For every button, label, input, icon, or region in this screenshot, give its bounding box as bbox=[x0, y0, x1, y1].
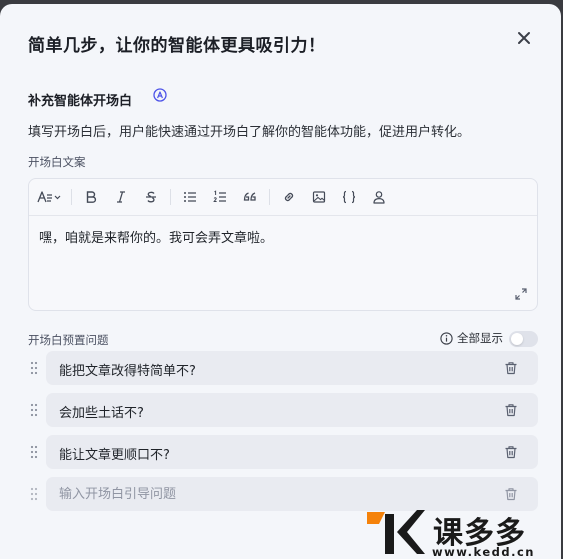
trash-icon[interactable] bbox=[504, 487, 518, 501]
question-row: 会加些土话不? bbox=[28, 393, 538, 427]
toolbar-divider bbox=[71, 189, 72, 205]
section-title: 补充智能体开场白 bbox=[28, 94, 133, 109]
code-braces-icon[interactable] bbox=[336, 184, 362, 210]
show-all-label: 全部显示 bbox=[457, 331, 503, 345]
question-text: 能把文章改得特简单不? bbox=[59, 364, 196, 379]
link-icon[interactable] bbox=[276, 184, 302, 210]
editor-toolbar bbox=[29, 179, 537, 216]
trash-icon[interactable] bbox=[504, 361, 518, 375]
question-field[interactable]: 能让文章更顺口不? bbox=[46, 435, 538, 469]
strikethrough-icon[interactable] bbox=[138, 184, 164, 210]
copy-label: 开场白文案 bbox=[28, 155, 86, 169]
bold-icon[interactable] bbox=[78, 184, 104, 210]
image-icon[interactable] bbox=[306, 184, 332, 210]
ai-assist-icon[interactable] bbox=[153, 88, 167, 102]
drag-handle-icon[interactable] bbox=[30, 445, 38, 459]
user-mention-icon[interactable] bbox=[366, 184, 392, 210]
brand-logo-icon bbox=[367, 510, 425, 554]
bullet-list-icon[interactable] bbox=[177, 184, 203, 210]
drag-handle-icon[interactable] bbox=[30, 403, 38, 417]
trash-icon[interactable] bbox=[504, 445, 518, 459]
question-row: 能把文章改得特简单不? bbox=[28, 351, 538, 385]
drag-handle-icon[interactable] bbox=[30, 361, 38, 375]
rich-text-editor[interactable]: 嘿，咱就是来帮你的。我可会弄文章啦。 bbox=[28, 178, 538, 311]
drag-handle-icon[interactable] bbox=[30, 487, 38, 501]
question-text: 能让文章更顺口不? bbox=[59, 448, 170, 463]
question-text: 会加些土话不? bbox=[59, 406, 144, 421]
onboarding-dialog: 简单几步，让你的智能体更具吸引力！ 补充智能体开场白 填写开场白后，用户能快速通… bbox=[0, 4, 561, 559]
trash-icon[interactable] bbox=[504, 403, 518, 417]
question-field[interactable]: 能把文章改得特简单不? bbox=[46, 351, 538, 385]
toggle-knob bbox=[511, 333, 523, 345]
watermark: 课多多 www.kedd.cn bbox=[363, 504, 561, 559]
close-icon[interactable] bbox=[515, 29, 533, 47]
quote-icon[interactable] bbox=[237, 184, 263, 210]
watermark-url: www.kedd.cn bbox=[432, 545, 535, 559]
show-all-control: 全部显示 bbox=[440, 330, 503, 346]
questions-label: 开场白预置问题 bbox=[28, 333, 109, 347]
expand-icon[interactable] bbox=[514, 287, 528, 301]
dialog-title: 简单几步，让你的智能体更具吸引力！ bbox=[28, 36, 326, 56]
info-icon[interactable] bbox=[440, 331, 453, 345]
numbered-list-icon[interactable] bbox=[207, 184, 233, 210]
show-all-toggle[interactable] bbox=[509, 331, 538, 347]
toolbar-divider bbox=[269, 189, 270, 205]
toolbar-divider bbox=[170, 189, 171, 205]
editor-content[interactable]: 嘿，咱就是来帮你的。我可会弄文章啦。 bbox=[39, 227, 273, 246]
question-row: 能让文章更顺口不? bbox=[28, 435, 538, 469]
question-field[interactable]: 会加些土话不? bbox=[46, 393, 538, 427]
section-description: 填写开场白后，用户能快速通过开场白了解你的智能体功能，促进用户转化。 bbox=[28, 125, 471, 140]
text-style-icon[interactable] bbox=[35, 184, 65, 210]
italic-icon[interactable] bbox=[108, 184, 134, 210]
